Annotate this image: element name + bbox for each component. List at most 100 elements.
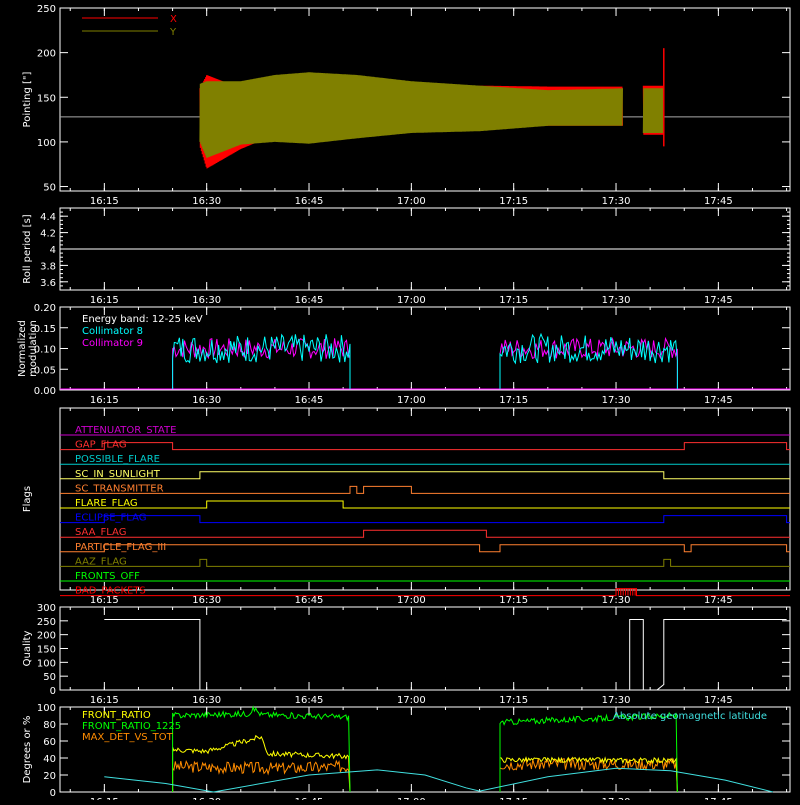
flag-label-eclipse-flag: ECLIPSE_FLAG <box>75 513 146 524</box>
flag-label-particle-flag-iii: PARTICLE_FLAG_III <box>75 542 166 553</box>
flag-trace-sc-transmitter <box>60 485 790 494</box>
pointing-ytick-label-4: 250 <box>37 4 56 15</box>
pointing-xtick-label-2: 16:45 <box>295 196 324 207</box>
flag-trace-saa-flag <box>60 529 790 538</box>
flag-label-flare-flag: FLARE_FLAG <box>75 498 138 509</box>
modulation-ytick-label-0: 0.00 <box>34 386 56 397</box>
pointing-ytick-label-3: 200 <box>37 49 56 60</box>
modulation-ytick-label-1: 0.05 <box>34 365 56 376</box>
ratios-series-max-det-vs-tot-interval-0 <box>172 759 351 793</box>
modulation-legend-label-1: Collimator 9 <box>82 338 143 349</box>
pointing-xtick-label-1: 16:30 <box>192 196 221 207</box>
modulation-xtick-label-1: 16:30 <box>192 395 221 406</box>
pointing-xtick-label-3: 17:00 <box>397 196 426 207</box>
flags-xtick-label-6: 17:45 <box>704 595 733 606</box>
modulation-xtick-label-6: 17:45 <box>704 395 733 406</box>
pointing-xtick-label-0: 16:15 <box>90 196 119 207</box>
ratios-series-geomagnetic-latitude <box>104 767 774 793</box>
modulation-series-collimator-9-interval-1 <box>499 336 678 389</box>
modulation-ytick-label-3: 0.15 <box>34 324 56 335</box>
ratios-legend-label-3: Absolute geomagnetic latitude <box>613 711 767 722</box>
pointing-xtick-label-5: 17:30 <box>602 196 631 207</box>
quality-ytick-label-6: 300 <box>37 603 56 614</box>
flags-xtick-label-5: 17:30 <box>602 595 631 606</box>
ratios-ytick-label-3: 60 <box>43 737 56 748</box>
modulation-legend-label-0: Collimator 8 <box>82 326 143 337</box>
modulation-series-collimator-9-interval-0 <box>172 337 351 389</box>
pointing-ytick-label-1: 100 <box>37 138 56 149</box>
roll-ytick-label-4: 4.4 <box>40 212 56 223</box>
ratios-legend-label-1: FRONT_RATIO_1225 <box>82 721 181 732</box>
ratios-series-front-ratio-1225-interval-0 <box>172 705 351 793</box>
ratios-ytick-label-5: 100 <box>37 703 56 714</box>
flag-label-fronts-off: FRONTS_OFF <box>75 571 140 582</box>
pointing-ytick-label-0: 50 <box>43 183 56 194</box>
flag-label-sc-in-sunlight: SC_IN_SUNLIGHT <box>75 469 161 480</box>
roll-xtick-label-2: 16:45 <box>295 295 324 306</box>
modulation-energy-band: Energy band: 12-25 keV <box>82 314 203 325</box>
roll-ytick-label-3: 4.2 <box>40 229 56 240</box>
roll-ytick-label-1: 3.8 <box>40 261 56 272</box>
roll-xtick-label-5: 17:30 <box>602 295 631 306</box>
pointing-ylabel: Pointing ["] <box>22 71 33 127</box>
modulation-ytick-label-2: 0.10 <box>34 345 56 356</box>
ratios-series-max-det-vs-tot-interval-1 <box>499 756 678 793</box>
ratios-ytick-label-1: 20 <box>43 771 56 782</box>
flag-trace-aaz-flag <box>60 558 790 567</box>
ratios-legend-label-0: FRONT_RATIO <box>82 710 151 721</box>
flags-xtick-label-0: 16:15 <box>90 595 119 606</box>
flags-xtick-label-1: 16:30 <box>192 595 221 606</box>
flags-panel: 16:15 16:30 16:45 17:00 17:15 17:30 17:45 Flags… <box>22 407 791 606</box>
flags-ylabel: Flags <box>22 486 33 512</box>
pointing-legend-label-1: Y <box>169 27 177 38</box>
modulation-xtick-label-2: 16:45 <box>295 395 324 406</box>
flags-xtick-label-2: 16:45 <box>295 595 324 606</box>
modulation-panel: 16:15 16:30 16:45 17:00 17:15 17:30 17:45 Norma… <box>17 303 791 406</box>
pointing-xtick-label-4: 17:15 <box>499 196 528 207</box>
quality-xtick-label-5: 17:30 <box>602 695 631 706</box>
quality-xtick-label-3: 17:00 <box>397 695 426 706</box>
roll-xtick-label-4: 17:15 <box>499 295 528 306</box>
summary-chart: 16:15 16:30 16:45 17:00 17:15 17:30 17:45 Point… <box>17 4 791 805</box>
quality-xtick-label-4: 17:15 <box>499 695 528 706</box>
quality-ytick-label-3: 150 <box>37 645 56 656</box>
quality-xtick-label-2: 16:45 <box>295 695 324 706</box>
quality-series <box>104 619 787 691</box>
flag-trace-eclipse-flag <box>60 515 790 524</box>
roll-ytick-label-0: 3.6 <box>40 278 56 289</box>
modulation-ylabel: Normalized <box>17 320 28 377</box>
pointing-xtick-label-6: 17:45 <box>704 196 733 207</box>
quality-ytick-label-0: 0 <box>50 686 56 697</box>
roll-ytick-label-2: 4 <box>50 245 56 256</box>
pointing-series-y-segment2 <box>642 88 664 134</box>
flags-xtick-label-3: 17:00 <box>397 595 426 606</box>
quality-xtick-label-0: 16:15 <box>90 695 119 706</box>
ratios-ytick-label-4: 80 <box>43 720 56 731</box>
flag-label-sc-transmitter: SC_TRANSMITTER <box>75 483 164 494</box>
flag-label-gap-flag: GAP_FLAG <box>75 440 127 451</box>
flag-trace-particle-flag-iii <box>60 544 790 553</box>
flags-xtick-label-4: 17:15 <box>499 595 528 606</box>
roll-panel: 16:15 16:30 16:45 17:00 17:15 17:30 17:45 Roll … <box>22 207 791 306</box>
modulation-xtick-label-3: 17:00 <box>397 395 426 406</box>
roll-xtick-label-1: 16:30 <box>192 295 221 306</box>
flag-label-saa-flag: SAA_FLAG <box>75 527 126 538</box>
modulation-series-collimator-8-interval-0 <box>172 333 351 389</box>
quality-panel: 16:15 16:30 16:45 17:00 17:15 17:30 17:45 Quali… <box>22 603 791 706</box>
quality-xtick-label-1: 16:30 <box>192 695 221 706</box>
quality-ytick-label-5: 250 <box>37 617 56 628</box>
flag-label-possible-flare: POSSIBLE_FLARE <box>75 454 160 465</box>
pointing-series-y <box>199 72 623 158</box>
pointing-ytick-label-2: 150 <box>37 93 56 104</box>
flag-trace-gap-flag <box>60 442 790 451</box>
ratios-legend-label-2: MAX_DET_VS_TOT <box>82 732 174 743</box>
roll-xtick-label-3: 17:00 <box>397 295 426 306</box>
quality-ytick-label-2: 100 <box>37 658 56 669</box>
quality-xtick-label-6: 17:45 <box>704 695 733 706</box>
hessi-observing-summary: 16:15 16:30 16:45 17:00 17:15 17:30 17:45 Point… <box>0 0 800 805</box>
flag-trace-flare-flag <box>60 500 790 509</box>
ratios-ytick-label-0: 0 <box>50 788 56 799</box>
modulation-xtick-label-0: 16:15 <box>90 395 119 406</box>
pointing-panel: 16:15 16:30 16:45 17:00 17:15 17:30 17:45 Point… <box>22 4 791 207</box>
modulation-xtick-label-4: 17:15 <box>499 395 528 406</box>
